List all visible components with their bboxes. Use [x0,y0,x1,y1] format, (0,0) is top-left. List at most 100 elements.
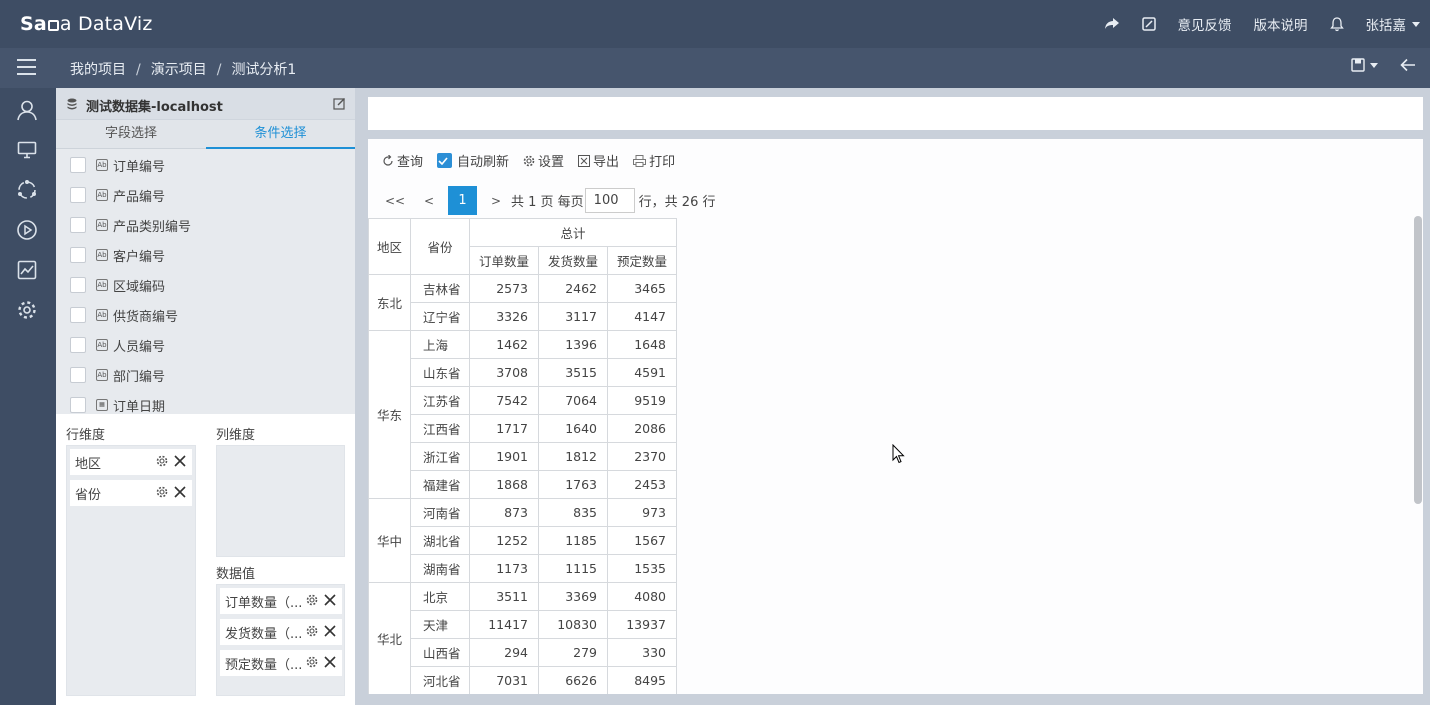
province-cell[interactable]: 河北省 [410,666,470,694]
user-icon[interactable] [15,98,39,122]
field-item[interactable]: Ab 供货商编号 [56,300,355,330]
hamburger-menu-icon[interactable] [17,59,36,76]
value-cell[interactable]: 1567 [607,526,677,555]
header-reserve-qty[interactable]: 预定数量 [607,246,677,275]
export-button[interactable]: 导出 [578,151,619,170]
value-cell[interactable]: 1763 [538,470,608,499]
field-checkbox[interactable] [70,307,86,323]
value-cell[interactable]: 330 [607,638,677,667]
bell-icon[interactable] [1329,16,1344,32]
province-cell[interactable]: 吉林省 [410,274,470,303]
gear-icon[interactable] [156,486,168,498]
value-cell[interactable]: 7542 [469,386,539,415]
value-cell[interactable]: 835 [538,498,608,527]
field-checkbox[interactable] [70,217,86,233]
prev-page-button[interactable]: < [416,194,442,208]
field-checkbox[interactable] [70,277,86,293]
region-cell[interactable]: 华中 [368,498,411,583]
header-order-qty[interactable]: 订单数量 [469,246,539,275]
province-cell[interactable]: 上海 [410,330,470,359]
gear-icon[interactable] [306,625,318,637]
cycle-icon[interactable] [15,178,39,202]
value-cell[interactable]: 1868 [469,470,539,499]
field-item[interactable]: Ab 订单编号 [56,150,355,180]
tab-field-select[interactable]: 字段选择 [56,120,206,149]
close-icon[interactable] [323,624,337,638]
value-cell[interactable]: 3511 [469,582,539,611]
user-menu[interactable]: 张括嘉 [1366,14,1420,34]
edit-box-icon[interactable] [1141,17,1156,31]
field-item[interactable]: Ab 区域编码 [56,270,355,300]
feedback-link[interactable]: 意见反馈 [1178,14,1232,34]
value-cell[interactable]: 10830 [538,610,608,639]
value-cell[interactable]: 1185 [538,526,608,555]
value-cell[interactable]: 3117 [538,302,608,331]
province-cell[interactable]: 河南省 [410,498,470,527]
value-cell[interactable]: 3465 [607,274,677,303]
province-cell[interactable]: 浙江省 [410,442,470,471]
vertical-scrollbar[interactable] [1414,216,1422,504]
value-cell[interactable]: 4147 [607,302,677,331]
value-cell[interactable]: 3515 [538,358,608,387]
value-cell[interactable]: 1173 [469,554,539,583]
value-cell[interactable]: 8495 [607,666,677,694]
value-cell[interactable]: 1640 [538,414,608,443]
header-ship-qty[interactable]: 发货数量 [538,246,608,275]
data-value-chip[interactable]: 预定数量（... [220,650,342,676]
province-cell[interactable]: 山西省 [410,638,470,667]
province-cell[interactable]: 福建省 [410,470,470,499]
close-icon[interactable] [323,655,337,669]
data-value-drop-zone[interactable]: 订单数量（... 发货数量（... 预定数量（... [216,584,345,696]
tab-condition-select[interactable]: 条件选择 [206,120,355,149]
version-notes-link[interactable]: 版本说明 [1254,14,1308,34]
value-cell[interactable]: 2086 [607,414,677,443]
field-checkbox[interactable] [70,187,86,203]
field-item[interactable]: Ab 客户编号 [56,240,355,270]
edit-icon[interactable] [333,97,346,110]
field-checkbox[interactable] [70,157,86,173]
value-cell[interactable]: 4591 [607,358,677,387]
value-cell[interactable]: 2370 [607,442,677,471]
value-cell[interactable]: 9519 [607,386,677,415]
row-dimension-chip[interactable]: 省份 [70,480,192,506]
value-cell[interactable]: 3708 [469,358,539,387]
value-cell[interactable]: 1252 [469,526,539,555]
settings-button[interactable]: 设置 [523,151,564,170]
value-cell[interactable]: 1812 [538,442,608,471]
value-cell[interactable]: 2462 [538,274,608,303]
next-page-button[interactable]: > [483,194,509,208]
header-region[interactable]: 地区 [368,218,411,275]
save-icon[interactable] [1351,58,1378,72]
value-cell[interactable]: 1648 [607,330,677,359]
field-checkbox[interactable] [70,337,86,353]
value-cell[interactable]: 1535 [607,554,677,583]
province-cell[interactable]: 江西省 [410,414,470,443]
gear-icon[interactable] [306,594,318,606]
monitor-icon[interactable] [15,138,39,162]
value-cell[interactable]: 13937 [607,610,677,639]
value-cell[interactable]: 2573 [469,274,539,303]
play-circle-icon[interactable] [15,218,39,242]
value-cell[interactable]: 1396 [538,330,608,359]
share-icon[interactable] [1104,17,1120,31]
province-cell[interactable]: 江苏省 [410,386,470,415]
print-button[interactable]: 打印 [633,151,675,170]
value-cell[interactable]: 294 [469,638,539,667]
field-item[interactable]: Ab 产品类别编号 [56,210,355,240]
field-item[interactable]: Ab 人员编号 [56,330,355,360]
field-item[interactable]: ▦ 订单日期 [56,390,355,414]
current-page-button[interactable]: 1 [448,186,477,215]
value-cell[interactable]: 3369 [538,582,608,611]
query-button[interactable]: 查询 [382,151,423,170]
settings-gear-icon[interactable] [15,298,39,322]
gear-icon[interactable] [156,455,168,467]
field-checkbox[interactable] [70,247,86,263]
province-cell[interactable]: 湖南省 [410,554,470,583]
value-cell[interactable]: 873 [469,498,539,527]
value-cell[interactable]: 3326 [469,302,539,331]
breadcrumb-item[interactable]: 演示项目 [151,62,207,78]
value-cell[interactable]: 279 [538,638,608,667]
close-icon[interactable] [173,485,187,499]
province-cell[interactable]: 天津 [410,610,470,639]
field-item[interactable]: Ab 产品编号 [56,180,355,210]
